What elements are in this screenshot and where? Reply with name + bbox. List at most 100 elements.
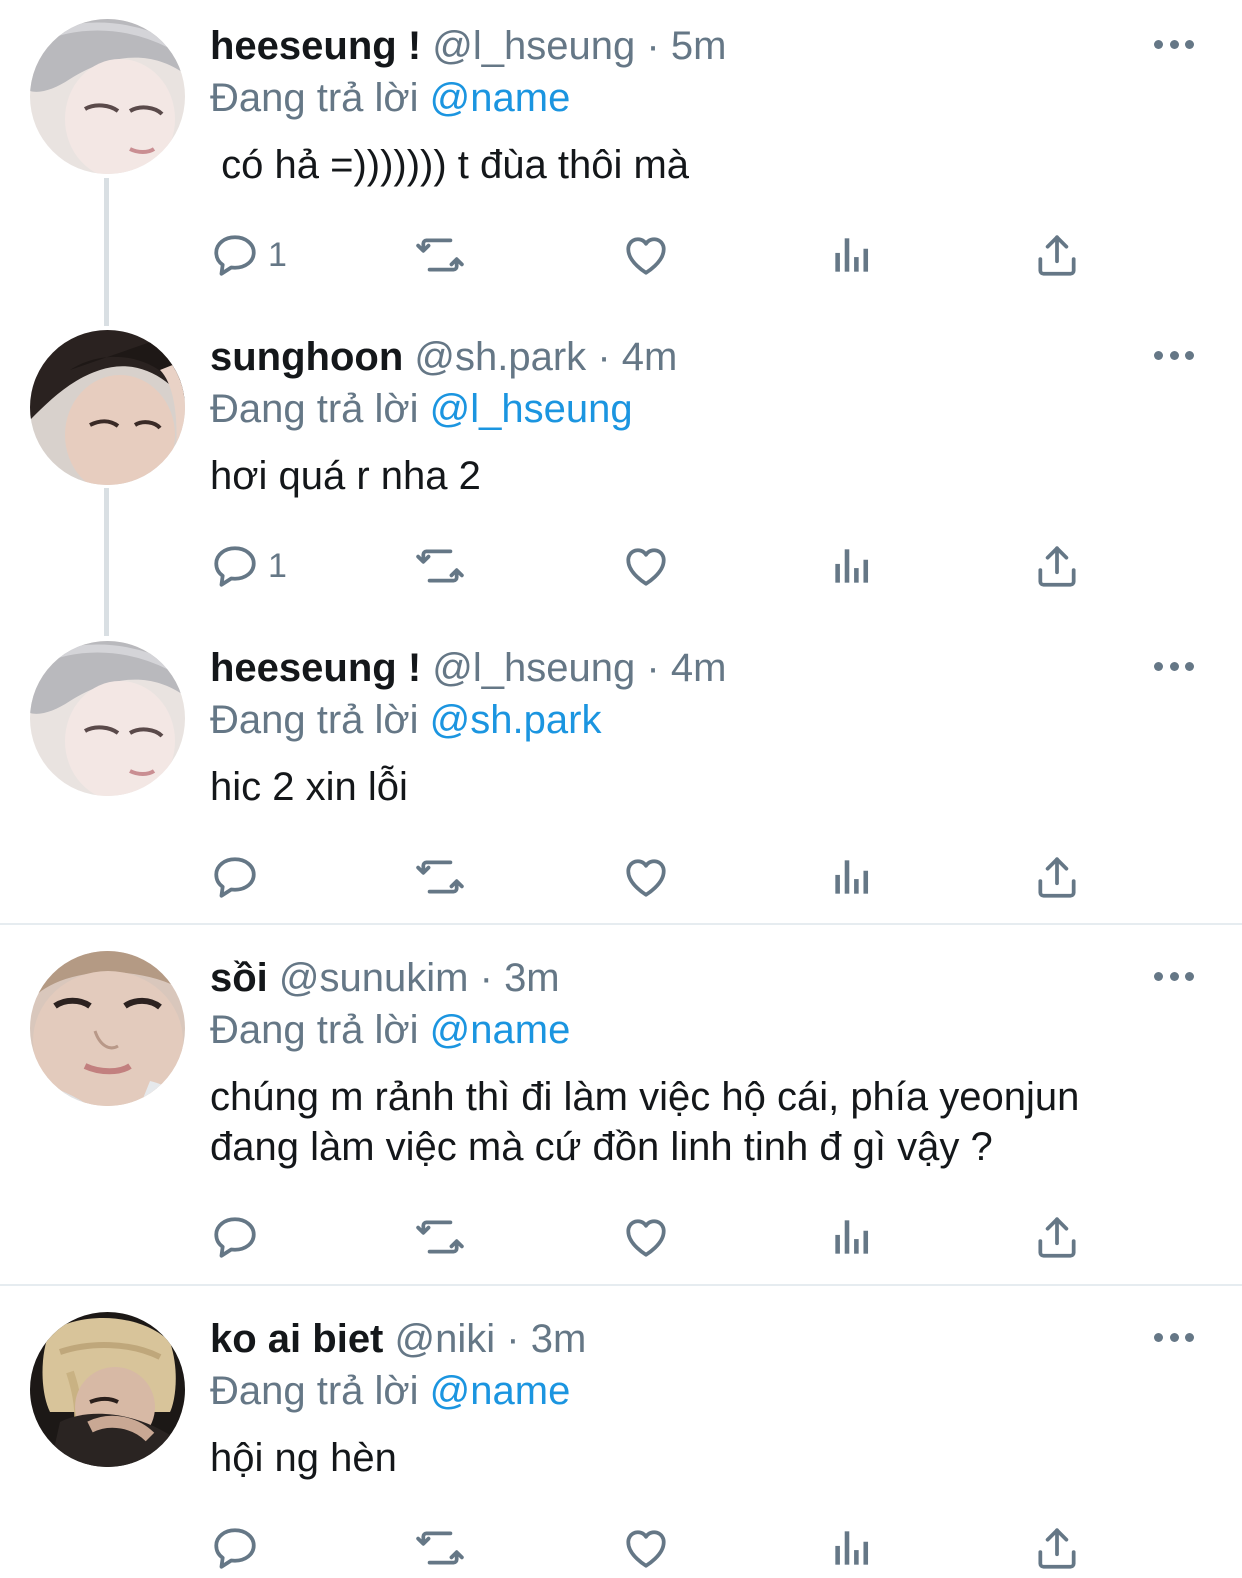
more-options-button[interactable] — [1154, 347, 1194, 363]
heart-icon — [621, 852, 671, 902]
heart-icon — [621, 541, 671, 591]
display-name[interactable]: ko ai biet — [210, 1317, 383, 1361]
separator-dot: · — [646, 646, 660, 690]
reply-icon — [210, 230, 260, 280]
retweet-button[interactable] — [415, 536, 465, 596]
replying-to-label: Đang trả lời — [210, 1008, 419, 1052]
more-options-button[interactable] — [1154, 36, 1194, 52]
retweet-button[interactable] — [415, 847, 465, 907]
user-handle[interactable]: @l_hseung — [432, 24, 635, 68]
user-handle[interactable]: @niki — [395, 1317, 496, 1361]
replying-to-label: Đang trả lời — [210, 1369, 419, 1413]
like-button[interactable] — [621, 225, 671, 285]
avatar[interactable] — [30, 1312, 185, 1467]
retweet-icon — [415, 541, 465, 591]
share-button[interactable] — [1032, 847, 1082, 907]
replying-to: Đang trả lời @name — [210, 74, 570, 122]
retweet-icon — [415, 1523, 465, 1573]
views-button[interactable] — [827, 847, 877, 907]
timestamp[interactable]: 4m — [671, 646, 727, 690]
more-options-button[interactable] — [1154, 658, 1194, 674]
tweet-text: chúng m rảnh thì đi làm việc hộ cái, phí… — [210, 1072, 1210, 1172]
tweet[interactable]: ko ai biet @niki · 3m Đang trả lời @name… — [0, 1293, 1242, 1575]
views-button[interactable] — [827, 1518, 877, 1578]
user-handle[interactable]: @sunukim — [279, 956, 469, 1000]
tweet-text: hơi quá r nha 2 — [210, 454, 481, 498]
tweet-header: sunghoon @sh.park · 4m — [210, 333, 677, 381]
tweet[interactable]: sồi @sunukim · 3m Đang trả lời @name chú… — [0, 932, 1242, 1284]
analytics-icon — [827, 1212, 877, 1262]
user-handle[interactable]: @sh.park — [414, 335, 586, 379]
analytics-icon — [827, 1523, 877, 1573]
tweet-text: có hả =))))))) t đùa thôi mà — [210, 143, 690, 187]
more-options-button[interactable] — [1154, 1329, 1194, 1345]
reply-icon — [210, 1523, 260, 1573]
mention-link[interactable]: @sh.park — [430, 698, 602, 742]
share-button[interactable] — [1032, 225, 1082, 285]
reply-button[interactable] — [210, 1518, 268, 1578]
views-button[interactable] — [827, 225, 877, 285]
tweet[interactable]: heeseung ! @l_hseung · 5m Đang trả lời @… — [0, 0, 1242, 310]
retweet-button[interactable] — [415, 1518, 465, 1578]
avatar[interactable] — [30, 330, 185, 485]
user-handle[interactable]: @l_hseung — [432, 646, 635, 690]
tweet[interactable]: heeseung ! @l_hseung · 4m Đang trả lời @… — [0, 622, 1242, 922]
replying-to: Đang trả lời @name — [210, 1006, 570, 1054]
avatar[interactable] — [30, 951, 185, 1106]
replying-to-label: Đang trả lời — [210, 76, 419, 120]
share-icon — [1032, 1212, 1082, 1262]
retweet-icon — [415, 230, 465, 280]
share-button[interactable] — [1032, 1518, 1082, 1578]
tweet-header: sồi @sunukim · 3m — [210, 954, 560, 1002]
reply-button[interactable] — [210, 847, 268, 907]
avatar-gray-hair-image — [30, 641, 185, 796]
timestamp[interactable]: 3m — [504, 956, 560, 1000]
like-button[interactable] — [621, 536, 671, 596]
like-button[interactable] — [621, 1207, 671, 1267]
avatar-blonde-hair-image — [30, 1312, 185, 1467]
tweet-text-line: chúng m rảnh thì đi làm việc hộ cái, phí… — [210, 1075, 1080, 1119]
heart-icon — [621, 1523, 671, 1573]
tweet-header: heeseung ! @l_hseung · 4m — [210, 644, 726, 692]
avatar[interactable] — [30, 19, 185, 174]
timestamp[interactable]: 3m — [531, 1317, 587, 1361]
mention-link[interactable]: @name — [430, 1008, 571, 1052]
divider — [0, 1284, 1242, 1286]
retweet-icon — [415, 852, 465, 902]
reply-count: 1 — [268, 235, 287, 274]
share-button[interactable] — [1032, 536, 1082, 596]
display-name[interactable]: sunghoon — [210, 335, 403, 379]
tweet[interactable]: sunghoon @sh.park · 4m Đang trả lời @l_h… — [0, 311, 1242, 621]
retweet-button[interactable] — [415, 1207, 465, 1267]
replying-to: Đang trả lời @name — [210, 1367, 570, 1415]
replying-to: Đang trả lời @sh.park — [210, 696, 601, 744]
mention-link[interactable]: @name — [430, 76, 571, 120]
reply-button[interactable]: 1 — [210, 225, 287, 285]
reply-button[interactable] — [210, 1207, 268, 1267]
display-name[interactable]: heeseung ! — [210, 646, 421, 690]
display-name[interactable]: heeseung ! — [210, 24, 421, 68]
reply-icon — [210, 1212, 260, 1262]
avatar[interactable] — [30, 641, 185, 796]
reply-button[interactable]: 1 — [210, 536, 287, 596]
reply-icon — [210, 852, 260, 902]
separator-dot: · — [479, 956, 493, 1000]
mention-link[interactable]: @l_hseung — [430, 387, 633, 431]
like-button[interactable] — [621, 1518, 671, 1578]
views-button[interactable] — [827, 536, 877, 596]
like-button[interactable] — [621, 847, 671, 907]
analytics-icon — [827, 230, 877, 280]
tweet-text-line: đang làm việc mà cứ đồn linh tinh đ gì v… — [210, 1125, 993, 1169]
more-options-button[interactable] — [1154, 968, 1194, 984]
display-name[interactable]: sồi — [210, 956, 268, 1000]
divider — [0, 923, 1242, 925]
timestamp[interactable]: 4m — [622, 335, 678, 379]
analytics-icon — [827, 852, 877, 902]
views-button[interactable] — [827, 1207, 877, 1267]
timestamp[interactable]: 5m — [671, 24, 727, 68]
tweet-header: ko ai biet @niki · 3m — [210, 1315, 586, 1363]
mention-link[interactable]: @name — [430, 1369, 571, 1413]
share-button[interactable] — [1032, 1207, 1082, 1267]
avatar-closeup-image — [30, 951, 185, 1106]
retweet-button[interactable] — [415, 225, 465, 285]
